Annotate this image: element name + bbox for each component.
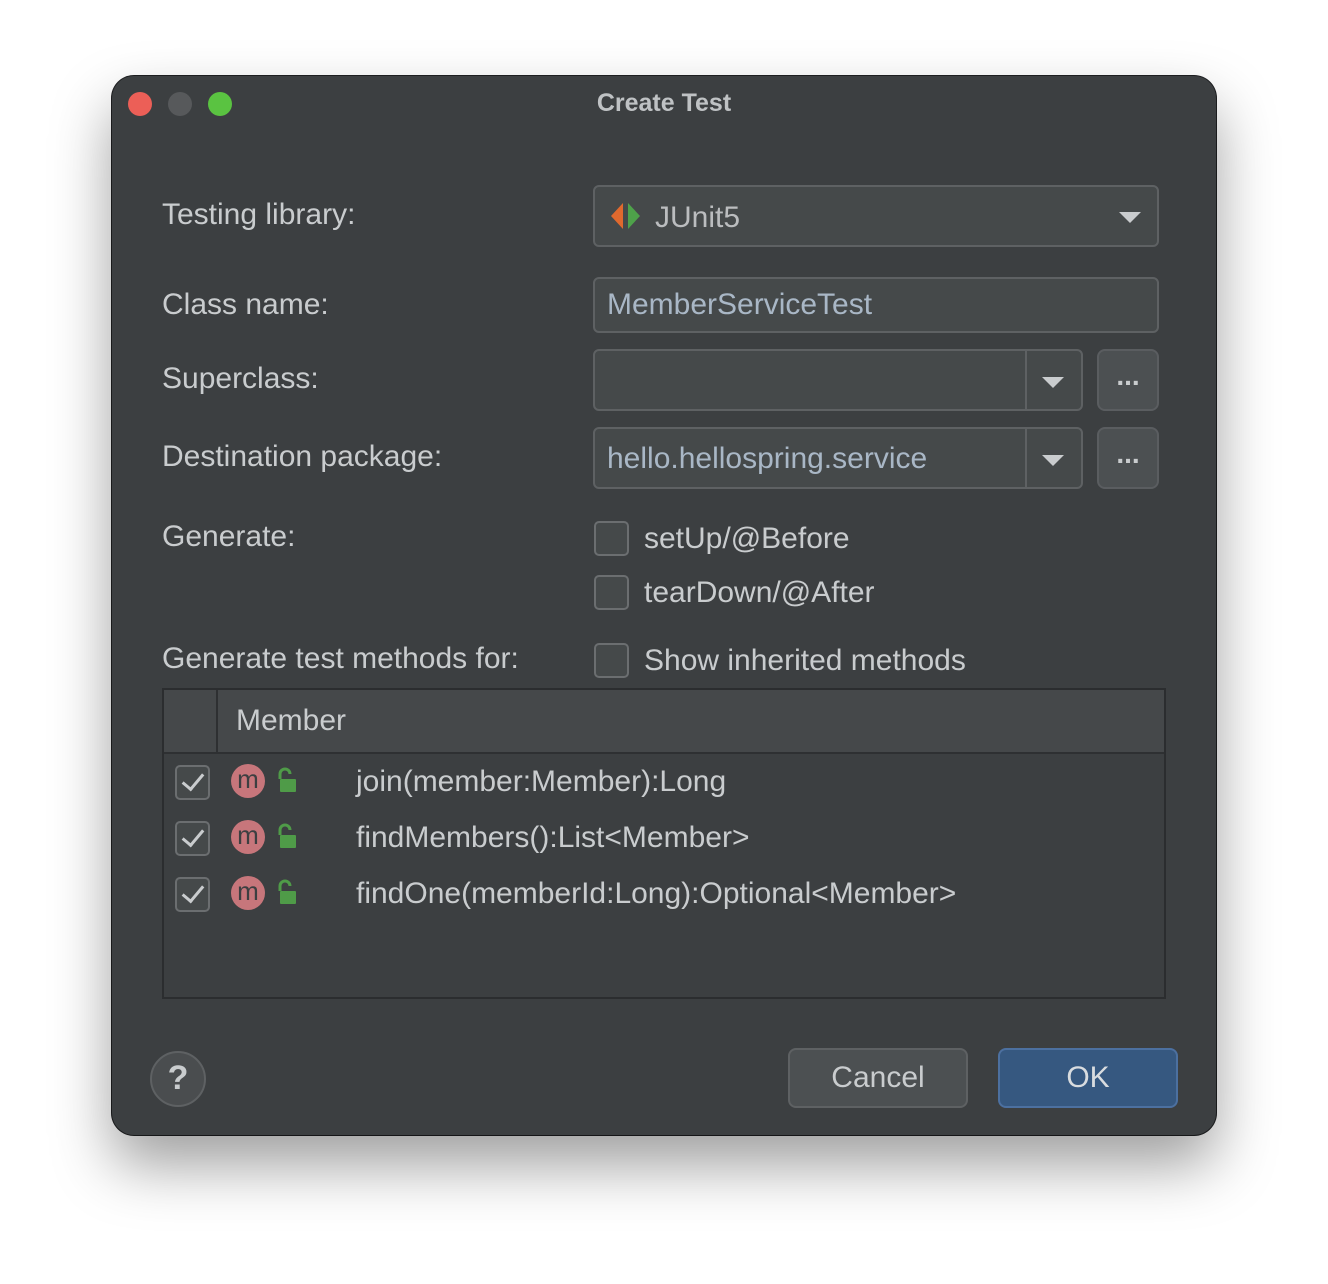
row-checkbox[interactable] (175, 765, 210, 800)
row-checkbox[interactable] (175, 821, 210, 856)
table-row[interactable]: m findMembers():List<Member> (164, 810, 1164, 866)
teardown-checkbox[interactable] (594, 575, 629, 610)
generate-label: Generate: (162, 520, 296, 553)
checkmark-icon (181, 767, 205, 792)
method-icon: m (231, 876, 265, 910)
checkmark-icon (181, 823, 205, 848)
destination-package-value: hello.hellospring.service (607, 442, 928, 475)
destination-package-browse-button[interactable]: ... (1097, 427, 1159, 489)
create-test-dialog: Create Test Testing library: JUnit5 Clas… (112, 76, 1216, 1135)
class-name-value: MemberServiceTest (607, 288, 873, 321)
superclass-browse-button[interactable]: ... (1097, 349, 1159, 411)
testing-library-value: JUnit5 (655, 201, 741, 234)
chevron-down-icon (1119, 212, 1141, 223)
ok-button[interactable]: OK (998, 1048, 1178, 1108)
table-row[interactable]: m findOne(memberId:Long):Optional<Member… (164, 866, 1164, 922)
method-signature: join(member:Member):Long (356, 765, 727, 798)
checkmark-icon (181, 879, 205, 904)
show-inherited-checkbox-label[interactable]: Show inherited methods (644, 644, 966, 678)
public-lock-icon (278, 879, 296, 904)
junit-icon (611, 203, 640, 229)
public-lock-icon (278, 767, 296, 792)
table-header: Member (164, 690, 1164, 754)
testing-library-label: Testing library: (162, 198, 356, 231)
title-bar: Create Test (112, 76, 1216, 132)
generate-methods-label: Generate test methods for: (162, 642, 519, 675)
destination-package-combobox[interactable]: hello.hellospring.service (593, 427, 1083, 489)
teardown-checkbox-label[interactable]: tearDown/@After (644, 576, 875, 610)
method-icon: m (231, 764, 265, 798)
help-button[interactable]: ? (150, 1051, 206, 1107)
chevron-down-icon[interactable] (1042, 455, 1064, 466)
method-signature: findOne(memberId:Long):Optional<Member> (356, 877, 957, 910)
window-title: Create Test (596, 89, 732, 117)
members-table: Member m join(member:Member):Long m find… (162, 688, 1166, 999)
combobox-divider (1025, 351, 1027, 409)
table-row[interactable]: m join(member:Member):Long (164, 754, 1164, 810)
public-lock-icon (278, 823, 296, 848)
method-signature: findMembers():List<Member> (356, 821, 750, 854)
destination-package-label: Destination package: (162, 440, 443, 473)
superclass-combobox[interactable] (593, 349, 1083, 411)
show-inherited-checkbox[interactable] (594, 643, 629, 678)
row-checkbox[interactable] (175, 877, 210, 912)
combobox-divider (1025, 429, 1027, 487)
column-divider (216, 690, 218, 752)
method-icon: m (231, 820, 265, 854)
setup-checkbox[interactable] (594, 521, 629, 556)
testing-library-select[interactable]: JUnit5 (593, 185, 1159, 247)
chevron-down-icon[interactable] (1042, 377, 1064, 388)
superclass-label: Superclass: (162, 362, 319, 395)
cancel-button[interactable]: Cancel (788, 1048, 968, 1108)
member-column-header[interactable]: Member (236, 704, 346, 738)
class-name-field[interactable]: MemberServiceTest (593, 277, 1159, 333)
class-name-label: Class name: (162, 288, 329, 321)
setup-checkbox-label[interactable]: setUp/@Before (644, 522, 850, 556)
